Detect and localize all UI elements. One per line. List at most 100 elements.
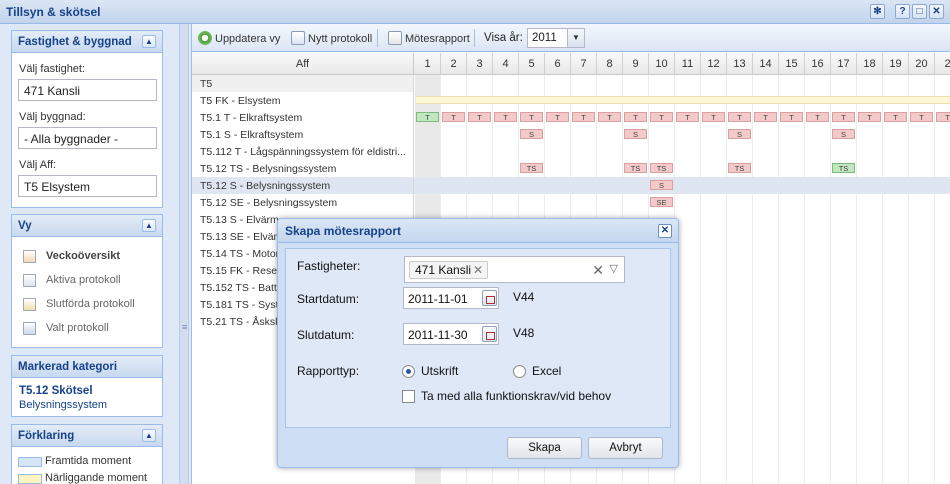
close-icon[interactable]: ✕ [929, 4, 944, 19]
row-label: T5.1 T - Elkraftsystem [192, 109, 414, 126]
task-marker[interactable]: T [546, 112, 569, 122]
grid-row[interactable]: T5 FK - Elsystem [192, 92, 950, 109]
task-marker[interactable]: T [702, 112, 725, 122]
week-header: 4 [493, 53, 519, 75]
fastighet-label: Välj fastighet: [19, 63, 86, 75]
calendar-icon[interactable] [482, 290, 497, 306]
radio-excel[interactable] [513, 365, 526, 378]
update-view-button[interactable]: Uppdatera vy [198, 31, 280, 45]
task-marker[interactable]: T [754, 112, 777, 122]
fastigheter-combo[interactable]: 471 Kansli ✕ ✕ ▽ [404, 256, 625, 283]
aff-field[interactable]: T5 Elsystem [18, 175, 157, 197]
task-marker[interactable]: S [624, 129, 647, 139]
task-marker[interactable]: S [520, 129, 543, 139]
grid-row[interactable]: T5 [192, 75, 950, 92]
splitter-handle[interactable]: ≡ [179, 24, 189, 484]
collapse-icon[interactable]: ▲ [142, 35, 156, 48]
row-label: T5 FK - Elsystem [192, 92, 414, 109]
start-week: V44 [513, 290, 535, 304]
startdatum-field[interactable]: 2011-11-01 [403, 287, 499, 309]
task-marker[interactable]: T [572, 112, 595, 122]
close-icon[interactable]: ✕ [658, 224, 672, 238]
week-header: 16 [805, 53, 831, 75]
list-icon [23, 322, 36, 335]
grid-row[interactable]: T5.112 T - Lågspänningssystem för eldist… [192, 143, 950, 160]
week-header: 8 [597, 53, 623, 75]
week-header: 19 [883, 53, 909, 75]
week-header: 12 [701, 53, 727, 75]
task-marker[interactable]: TS [650, 163, 673, 173]
slutdatum-field[interactable]: 2011-11-30 [403, 323, 499, 345]
task-marker[interactable]: TS [624, 163, 647, 173]
task-marker[interactable]: T [598, 112, 621, 122]
grid-row[interactable]: T5.12 SE - Belysningssystem SE [192, 194, 950, 211]
radio-utskrift[interactable] [402, 365, 415, 378]
task-marker[interactable]: TS [832, 163, 855, 173]
row-label: T5.12 SE - Belysningssystem [192, 194, 414, 211]
calendar-icon[interactable] [482, 326, 497, 342]
legend-panel-header[interactable]: Förklaring ▲ [12, 425, 162, 447]
week-header: 1 [415, 53, 441, 75]
task-marker[interactable]: T [494, 112, 517, 122]
fastighet-tag: 471 Kansli ✕ [409, 261, 489, 279]
chevron-down-icon[interactable]: ▼ [567, 29, 584, 47]
year-select[interactable]: 2011 ▼ [527, 28, 585, 48]
meeting-report-label: Mötesrapport [405, 33, 470, 45]
task-marker[interactable]: S [832, 129, 855, 139]
task-marker[interactable]: T [884, 112, 907, 122]
kategori-panel: Markerad kategori T5.12 Skötsel Belysnin… [11, 355, 163, 417]
fastighet-tag-label: 471 Kansli [415, 263, 472, 277]
task-marker[interactable]: T [416, 112, 439, 122]
grid-row[interactable]: T5.12 TS - Belysningssystem TS TS TS TS TS [192, 160, 950, 177]
task-marker[interactable]: T [650, 112, 673, 122]
grid-row[interactable]: T5.1 S - Elkraftsystem S S S S [192, 126, 950, 143]
year-label: Visa år: [484, 32, 523, 44]
week-header: 3 [467, 53, 493, 75]
task-marker[interactable]: T [910, 112, 933, 122]
week-header: 5 [519, 53, 545, 75]
task-marker[interactable]: T [676, 112, 699, 122]
vy-panel-header[interactable]: Vy ▲ [12, 215, 162, 237]
collapse-icon[interactable]: ▲ [142, 219, 156, 232]
task-marker[interactable]: S [728, 129, 751, 139]
include-all-checkbox[interactable] [402, 390, 415, 403]
legend-panel: Förklaring ▲ Framtida moment Närliggande… [11, 424, 163, 484]
task-marker[interactable]: T [468, 112, 491, 122]
remove-tag-icon[interactable]: ✕ [473, 263, 483, 277]
task-marker[interactable]: T [624, 112, 647, 122]
row-label: T5.112 T - Lågspänningssystem för eldist… [192, 143, 414, 160]
create-button[interactable]: Skapa [507, 437, 582, 459]
cancel-button[interactable]: Avbryt [588, 437, 663, 459]
task-marker[interactable]: SE [650, 197, 673, 207]
legend-swatch-near [18, 474, 42, 484]
task-marker[interactable]: T [806, 112, 829, 122]
help-icon[interactable]: ? [895, 4, 910, 19]
task-marker[interactable]: T [520, 112, 543, 122]
dialog-header[interactable]: Skapa mötesrapport ✕ [278, 219, 678, 243]
task-marker[interactable]: T [832, 112, 855, 122]
meeting-report-button[interactable]: Mötesrapport [388, 31, 470, 45]
aff-column-header[interactable]: Aff [192, 53, 414, 75]
triangle-down-icon[interactable]: ▽ [610, 262, 618, 275]
task-marker[interactable]: TS [728, 163, 751, 173]
byggnad-field[interactable]: - Alla byggnader - [18, 127, 157, 149]
task-marker[interactable]: T [780, 112, 803, 122]
clear-icon[interactable]: ✕ [592, 262, 604, 279]
grid-row[interactable]: T5.1 T - Elkraftsystem T T T T T T T T T T T T T T T T T T… [192, 109, 950, 126]
task-marker[interactable]: T [442, 112, 465, 122]
fastigheter-label: Fastigheter: [297, 259, 361, 273]
maximize-icon[interactable]: □ [912, 4, 927, 19]
task-marker[interactable]: T [858, 112, 881, 122]
gear-icon[interactable]: ✻ [870, 4, 885, 19]
fastighet-panel-title: Fastighet & byggnad [18, 36, 132, 48]
task-marker[interactable]: T [936, 112, 950, 122]
task-marker[interactable]: TS [520, 163, 543, 173]
task-marker[interactable]: S [650, 180, 673, 190]
task-marker[interactable]: T [728, 112, 751, 122]
new-protocol-button[interactable]: Nytt protokoll [291, 31, 372, 45]
grip-icon: ≡ [182, 322, 188, 332]
fastighet-panel-header[interactable]: Fastighet & byggnad ▲ [12, 31, 162, 53]
collapse-icon[interactable]: ▲ [142, 429, 156, 442]
grid-row[interactable]: T5.12 S - Belysningssystem S [192, 177, 950, 194]
fastighet-field[interactable]: 471 Kansli [18, 79, 157, 101]
